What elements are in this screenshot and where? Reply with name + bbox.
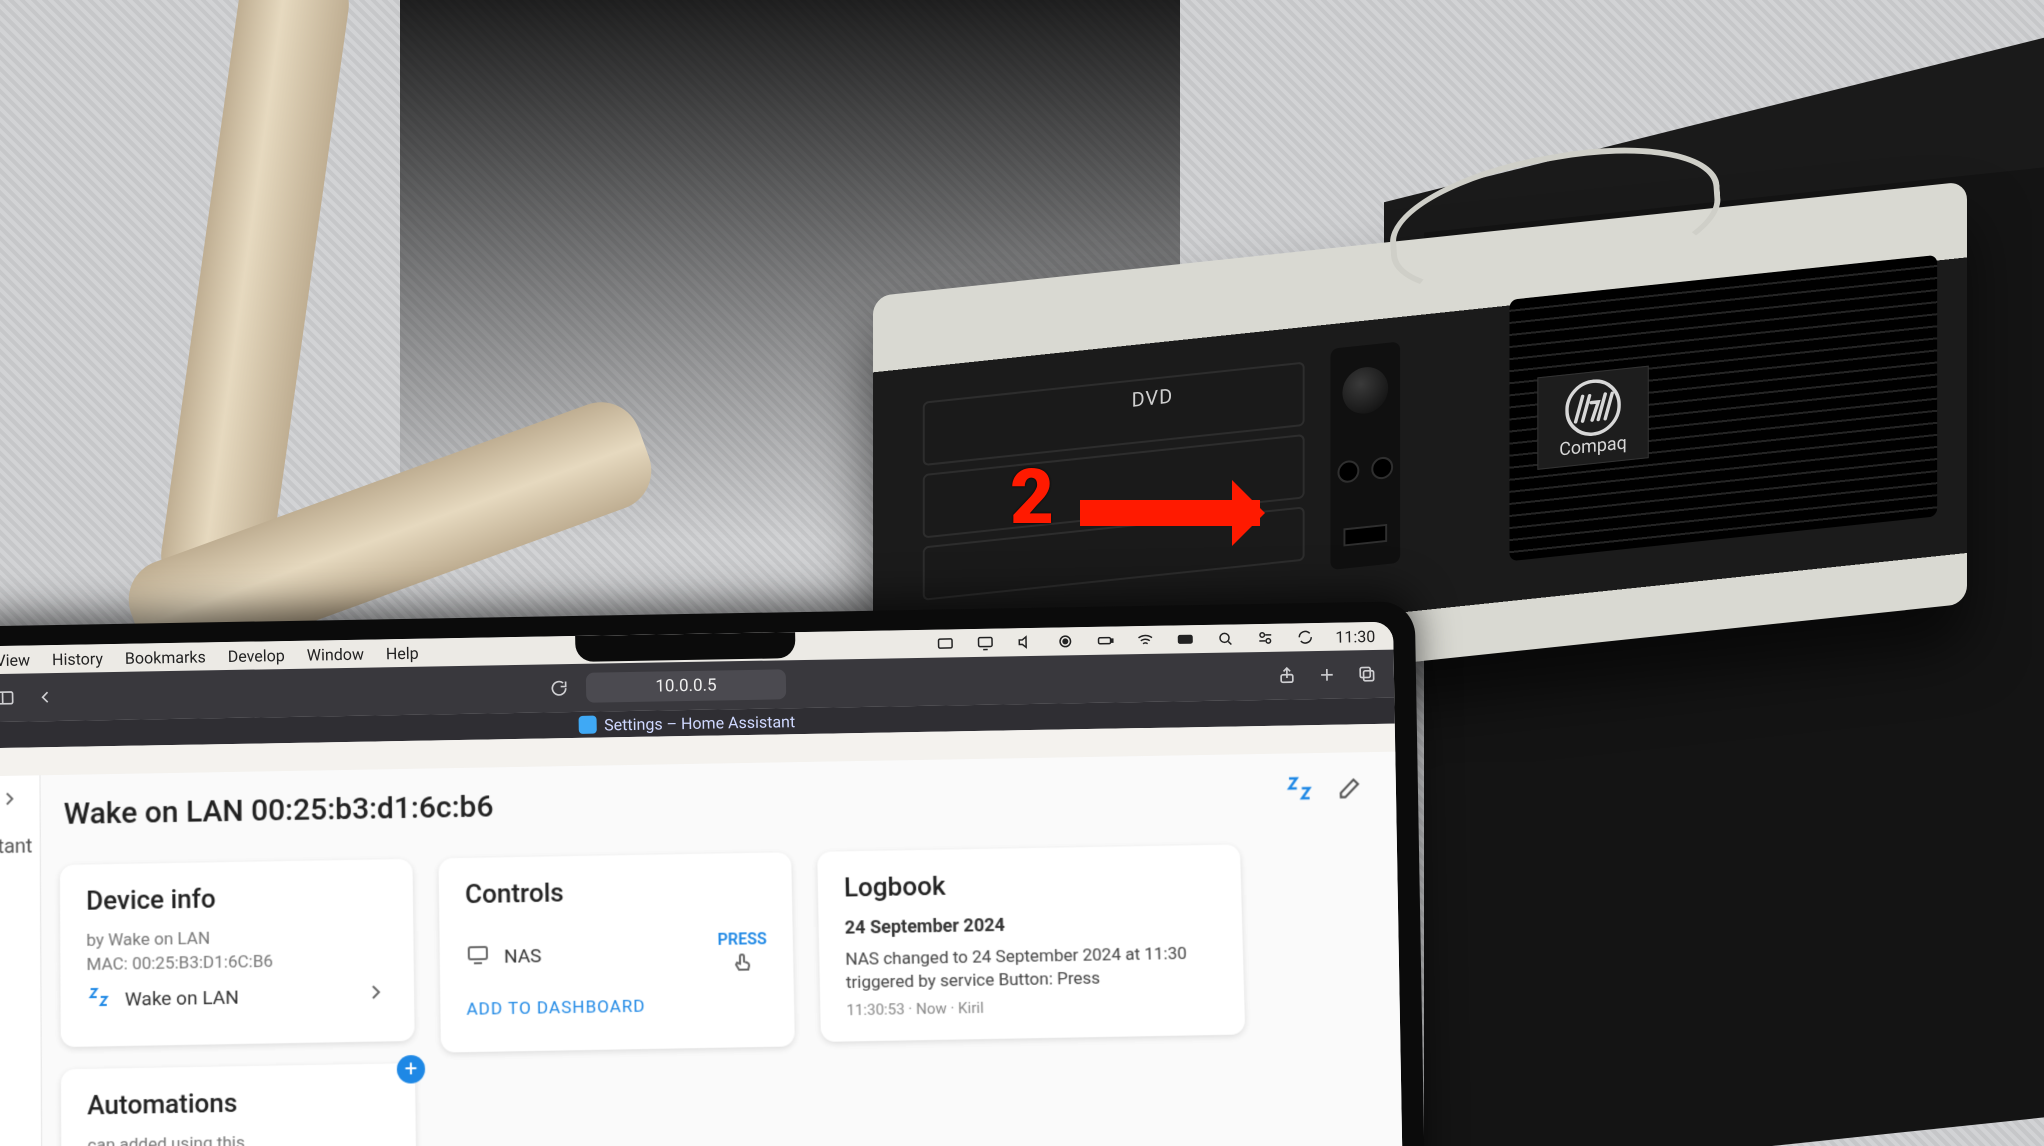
menu-help[interactable]: Help — [386, 643, 419, 663]
card-controls: Controls NAS PRESS ADD TO DASHBOARD — [439, 852, 795, 1052]
home-assistant-favicon-icon — [578, 716, 596, 734]
menubar-battery-icon[interactable] — [1095, 631, 1115, 651]
address-bar[interactable]: 10.0.0.5 — [586, 669, 786, 702]
menu-view[interactable]: View — [0, 650, 30, 670]
macbook-laptop: View History Bookmarks Develop Window He… — [0, 601, 1425, 1146]
laptop-notch — [575, 632, 795, 662]
card-automations: + Automations can added using this — [61, 1063, 416, 1146]
ha-sidebar-collapsed: stant — [0, 775, 43, 1146]
controls-entity-name: NAS — [504, 944, 542, 968]
tap-gesture-icon — [730, 950, 755, 975]
menubar-display-icon[interactable] — [975, 633, 995, 653]
logbook-heading: Logbook — [844, 867, 1216, 904]
reload-icon[interactable] — [546, 675, 572, 701]
pc-front-io-panel — [1330, 341, 1400, 570]
device-info-integration-row[interactable]: Wake on LAN — [87, 970, 389, 1025]
sidebar-collapse-icon[interactable] — [0, 788, 21, 814]
logbook-date: 24 September 2024 — [845, 911, 1217, 939]
address-bar-text: 10.0.0.5 — [655, 676, 717, 697]
menu-history[interactable]: History — [52, 649, 103, 669]
card-device-info: Device info by Wake on LAN MAC: 00:25:B3… — [60, 859, 415, 1047]
sidebar-toggle-icon[interactable] — [0, 685, 18, 711]
monitor-icon — [466, 942, 490, 972]
menubar-toggles-icon[interactable] — [1255, 628, 1275, 648]
share-icon[interactable] — [1274, 662, 1300, 688]
pc-audio-jack[interactable] — [1371, 456, 1393, 480]
menubar-sync-icon[interactable] — [1295, 627, 1315, 647]
edit-device-icon[interactable] — [1336, 774, 1363, 809]
wol-icon — [87, 985, 111, 1015]
tabs-overview-icon[interactable] — [1354, 661, 1380, 687]
disable-device-icon[interactable] — [1284, 773, 1315, 812]
menubar-rect-icon[interactable] — [935, 633, 955, 653]
card-logbook: Logbook 24 September 2024 NAS changed to… — [817, 844, 1245, 1041]
controls-heading: Controls — [465, 875, 766, 910]
home-assistant-page: stant Wake on LAN 00:25:b3:d1:6c:b6 Devi… — [0, 752, 1403, 1146]
laptop-screen: View History Bookmarks Develop Window He… — [0, 622, 1403, 1146]
press-button-label: PRESS — [717, 929, 767, 949]
sidebar-clipped-text: stant — [0, 833, 33, 858]
controls-entity-row: NAS PRESS — [465, 919, 767, 990]
hp-logo-icon — [1565, 376, 1621, 438]
menubar-search-icon[interactable] — [1215, 628, 1235, 648]
automations-blurb: can added using this — [87, 1130, 389, 1146]
page-title: Wake on LAN 00:25:b3:d1:6c:b6 — [64, 789, 494, 832]
press-button[interactable]: PRESS — [717, 929, 767, 975]
menubar-screenrec-icon[interactable] — [1055, 631, 1075, 651]
menubar-clock[interactable]: 11:30 — [1335, 626, 1375, 646]
menu-bookmarks[interactable]: Bookmarks — [125, 647, 206, 667]
hp-compaq-badge: Compaq — [1537, 366, 1648, 470]
menubar-volume-icon[interactable] — [1015, 632, 1035, 652]
back-forward-icon[interactable] — [32, 684, 58, 710]
tab-title-text: Settings – Home Assistant — [604, 712, 795, 734]
pc-audio-jack[interactable] — [1337, 459, 1359, 483]
menubar-keyboard-icon[interactable] — [1175, 629, 1195, 649]
logbook-entry-meta: 11:30:53 · Now · Kiril — [846, 994, 1218, 1019]
add-automation-button[interactable]: + — [397, 1055, 425, 1084]
macos-app-menus: View History Bookmarks Develop Window He… — [0, 643, 419, 669]
automations-heading: Automations — [87, 1086, 389, 1122]
menubar-wifi-icon[interactable] — [1135, 630, 1155, 650]
pc-usb-port[interactable] — [1343, 523, 1387, 546]
integration-row-label: Wake on LAN — [125, 986, 239, 1011]
new-tab-icon[interactable] — [1314, 662, 1340, 688]
add-to-dashboard-link[interactable]: ADD TO DASHBOARD — [466, 997, 645, 1020]
device-info-by-line: by Wake on LAN — [86, 926, 387, 951]
chevron-right-icon — [364, 980, 388, 1010]
pc-power-button[interactable] — [1342, 365, 1388, 416]
menu-develop[interactable]: Develop — [228, 646, 285, 666]
pc-dvd-label: DVD — [1132, 383, 1174, 411]
device-info-heading: Device info — [86, 881, 387, 916]
menu-window[interactable]: Window — [307, 644, 364, 664]
